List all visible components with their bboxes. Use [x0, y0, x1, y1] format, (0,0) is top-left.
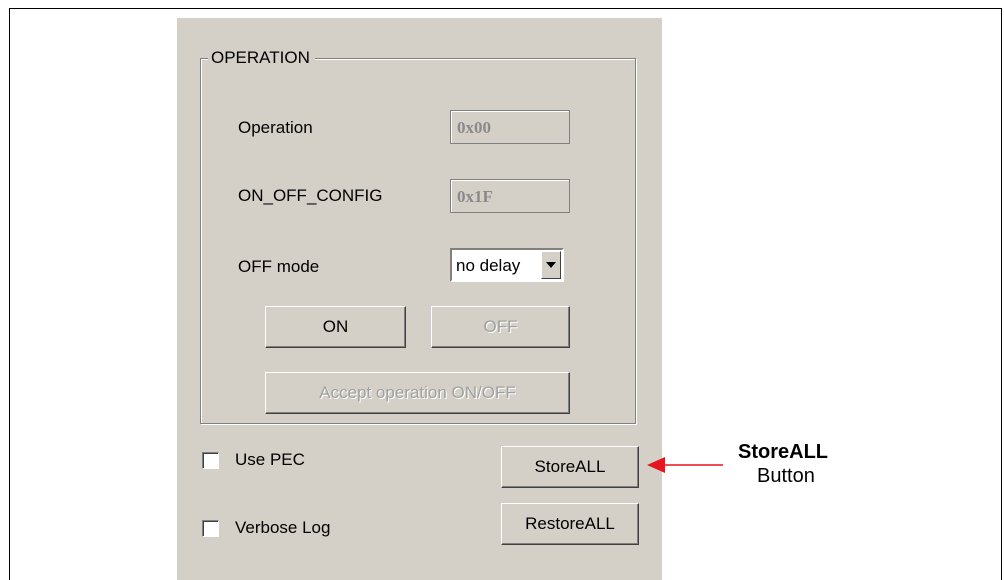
off-mode-label: OFF mode [238, 257, 320, 276]
restore-all-label: RestoreALL [525, 514, 615, 533]
settings-panel: OPERATION Operation 0x00 ON_OFF_CONFIG 0… [177, 18, 662, 580]
off-button[interactable]: OFF [431, 306, 570, 348]
verbose-log-label: Verbose Log [235, 518, 331, 537]
operation-groupbox [200, 58, 636, 424]
annotation-subtitle: Button [757, 465, 815, 487]
on-button-label: ON [322, 317, 349, 336]
store-all-label: StoreALL [534, 457, 606, 476]
annotation-title: StoreALL [738, 441, 828, 463]
chevron-down-icon[interactable] [541, 251, 561, 279]
on-button[interactable]: ON [265, 306, 406, 348]
on-off-config-field: 0x1F [450, 179, 570, 213]
operation-label: Operation [238, 118, 313, 137]
operation-group-title: OPERATION [208, 47, 315, 69]
accept-operation-label: Accept operation ON/OFF [319, 383, 516, 402]
operation-field: 0x00 [450, 110, 570, 144]
off-button-label: OFF [483, 317, 518, 336]
verbose-log-checkbox[interactable] [202, 520, 219, 537]
callout-arrow-icon [647, 457, 723, 473]
store-all-button[interactable]: StoreALL [501, 446, 639, 488]
use-pec-label: Use PEC [235, 450, 305, 469]
off-mode-selected-value: no delay [456, 256, 521, 275]
restore-all-button[interactable]: RestoreALL [501, 503, 639, 545]
accept-operation-button[interactable]: Accept operation ON/OFF [265, 372, 570, 414]
use-pec-checkbox[interactable] [202, 452, 219, 469]
off-mode-dropdown[interactable]: no delay [450, 248, 564, 282]
on-off-config-label: ON_OFF_CONFIG [238, 186, 383, 205]
